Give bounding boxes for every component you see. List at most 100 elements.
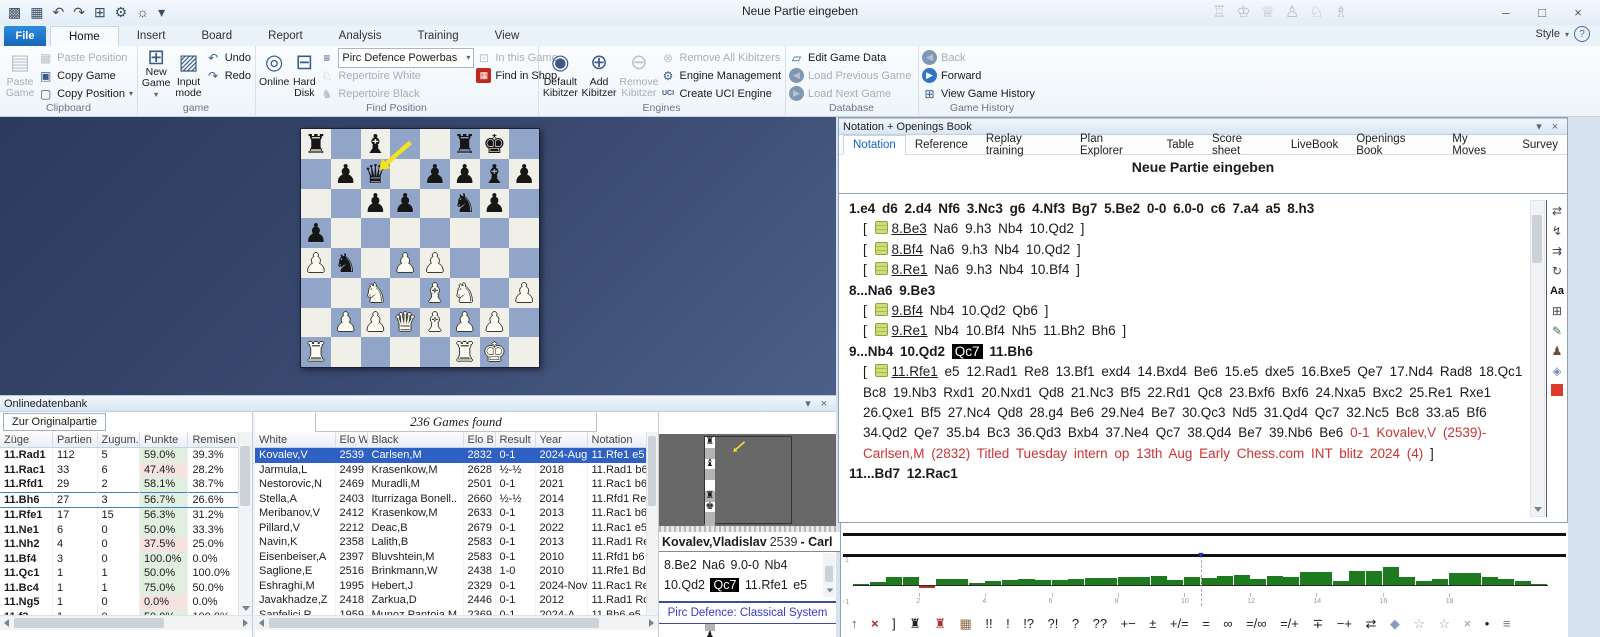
black-winning-icon[interactable]: −+ — [1337, 617, 1352, 630]
game-row[interactable]: Eisenbeiser,A2397Bluvshtein,M25830-12010… — [255, 550, 647, 565]
eval-bar[interactable] — [886, 577, 902, 585]
eval-bar[interactable] — [1316, 572, 1332, 585]
cell[interactable]: 11.Rfe1 e5 — [587, 448, 647, 463]
eval-bar[interactable] — [1167, 580, 1183, 585]
cell[interactable]: 0 — [97, 523, 139, 538]
cell[interactable]: 1 — [97, 566, 139, 581]
eval-bar[interactable] — [1134, 577, 1150, 585]
cell[interactable]: 11.Bh6 e5 — [587, 608, 647, 616]
end-variation-icon[interactable]: ] — [892, 617, 896, 630]
cell[interactable]: 2010 — [535, 550, 587, 565]
cell[interactable]: 11.Rfd1 Re8 — [587, 492, 647, 507]
scroll-up-icon[interactable] — [239, 432, 252, 445]
square-f7[interactable]: ♟ — [450, 159, 480, 189]
input-mode-button[interactable]: ▨ Input mode — [173, 48, 203, 100]
eval-bar[interactable] — [1515, 581, 1531, 585]
cell[interactable]: 11.Rac1 e5 — [587, 521, 647, 536]
tab-survey[interactable]: Survey — [1513, 135, 1567, 154]
eval-bar[interactable] — [1283, 577, 1299, 585]
edit-game-data-button[interactable]: ▱Edit Game Data — [789, 49, 911, 66]
move-stats-row[interactable]: 11.Rfe1171556.3%31.2% — [0, 508, 239, 523]
promote-variation-icon[interactable]: ↑ — [851, 617, 858, 630]
cell[interactable]: 2501 — [463, 477, 495, 492]
square-g4[interactable] — [480, 248, 510, 278]
eval-bar[interactable] — [1383, 567, 1399, 585]
cell[interactable]: Stella,A — [255, 492, 335, 507]
game-row[interactable]: Jarmula,L2499Krasenkow,M2628½-½201811.Ra… — [255, 463, 647, 478]
move-text[interactable]: 11.Rfe1 — [892, 364, 938, 379]
cell[interactable]: 2 — [97, 477, 139, 492]
square-e8[interactable] — [420, 129, 450, 159]
cell[interactable]: 11.Ne1 — [0, 523, 53, 538]
square-f2[interactable]: ♟ — [450, 308, 480, 338]
cell[interactable]: Javakhadze,Z — [255, 593, 335, 608]
tab-training[interactable]: Training — [400, 26, 477, 46]
column-header[interactable]: Remisen — [188, 432, 239, 448]
opening-book-icon[interactable] — [875, 323, 888, 336]
scroll-down-icon[interactable] — [239, 602, 252, 615]
eval-bar[interactable] — [1201, 578, 1217, 585]
cell[interactable]: Pillard,V — [255, 521, 335, 536]
cell[interactable]: 2012 — [535, 593, 587, 608]
brilliant-move-icon[interactable]: !! — [985, 617, 992, 630]
cell[interactable]: Eshraghi,M — [255, 579, 335, 594]
cell[interactable]: 0 — [97, 552, 139, 567]
square-f5[interactable] — [450, 218, 480, 248]
tab-replay-training[interactable]: Replay training — [977, 135, 1071, 154]
online-search-button[interactable]: ◎ Online — [259, 48, 289, 100]
cell[interactable]: 2024-A — [535, 608, 587, 616]
cell[interactable]: Muradli,M — [367, 477, 463, 492]
eval-bar[interactable] — [1035, 580, 1051, 585]
square-f1[interactable]: ♜ — [450, 337, 480, 367]
cell[interactable]: 1995 — [335, 579, 367, 594]
square-h1[interactable] — [509, 337, 539, 367]
game-row[interactable]: Sanfelici,R1959Munoz Pantoja,M23690-1202… — [255, 608, 647, 616]
cell[interactable]: 50.0% — [139, 523, 188, 538]
square-a7[interactable] — [301, 159, 331, 189]
cell[interactable]: 100.0% — [139, 552, 188, 567]
eval-bar[interactable] — [969, 583, 985, 585]
engine-management-button[interactable]: ⚙Engine Management — [660, 67, 781, 84]
new-game-button[interactable]: ⊞ New Game ▾ — [141, 48, 171, 100]
white-winning-icon[interactable]: +− — [1121, 617, 1136, 630]
cell[interactable]: 11.Rad1 b6 — [587, 463, 647, 478]
panel-close-icon[interactable]: × — [816, 398, 832, 410]
move-text[interactable]: [ — [863, 303, 874, 318]
minimize-button[interactable]: – — [1488, 0, 1524, 24]
mistake-icon[interactable]: ? — [1072, 617, 1079, 630]
square-e8[interactable] — [705, 480, 716, 491]
novelty-icon[interactable]: • — [1485, 617, 1490, 630]
eval-bar[interactable] — [903, 577, 919, 585]
square-b8[interactable] — [705, 448, 716, 459]
square-h8[interactable] — [705, 512, 716, 523]
hard-disk-search-button[interactable]: ⊟ Hard Disk — [291, 48, 317, 100]
scroll-down-icon[interactable] — [1531, 503, 1544, 516]
square-h4[interactable] — [509, 248, 539, 278]
square-c7[interactable]: ♛ — [361, 159, 391, 189]
square-e1[interactable] — [420, 337, 450, 367]
eval-bar[interactable] — [1234, 575, 1250, 585]
paste-position-button[interactable]: ▦Paste Position — [38, 49, 133, 66]
square-b7[interactable]: ♟ — [331, 159, 361, 189]
panel-collapse-icon[interactable]: ▾ — [800, 398, 816, 410]
tab-openings-book[interactable]: Openings Book — [1347, 135, 1443, 154]
cell[interactable]: 15 — [97, 508, 139, 523]
opening-book-icon[interactable] — [875, 262, 888, 275]
cell[interactable]: 0-1 — [495, 593, 535, 608]
pen-icon[interactable]: ✎ — [1552, 324, 1562, 338]
cell[interactable]: 11.Bh6 — [0, 492, 53, 508]
rotate-icon[interactable]: ↻ — [1552, 264, 1562, 278]
move-stats-row[interactable]: 11.Rac133647.4%28.2% — [0, 463, 239, 478]
cell[interactable]: 2021 — [535, 477, 587, 492]
column-header[interactable]: Zugum... — [97, 432, 139, 448]
cell[interactable]: 112 — [53, 448, 97, 463]
eval-bar[interactable] — [1151, 576, 1167, 585]
cell[interactable]: 11.Rfd1 b6 — [587, 550, 647, 565]
square-g8[interactable]: ♚ — [480, 129, 510, 159]
eval-bar[interactable] — [1184, 577, 1200, 585]
eval-bar[interactable] — [1250, 579, 1266, 586]
cell[interactable]: Deac,B — [367, 521, 463, 536]
evaluation-profile-chart[interactable]: 24681012141618▼ — [853, 560, 1548, 606]
move-stats-row[interactable]: 11.Ng5100.0%0.0% — [0, 595, 239, 610]
cell[interactable]: 0-1 — [495, 506, 535, 521]
